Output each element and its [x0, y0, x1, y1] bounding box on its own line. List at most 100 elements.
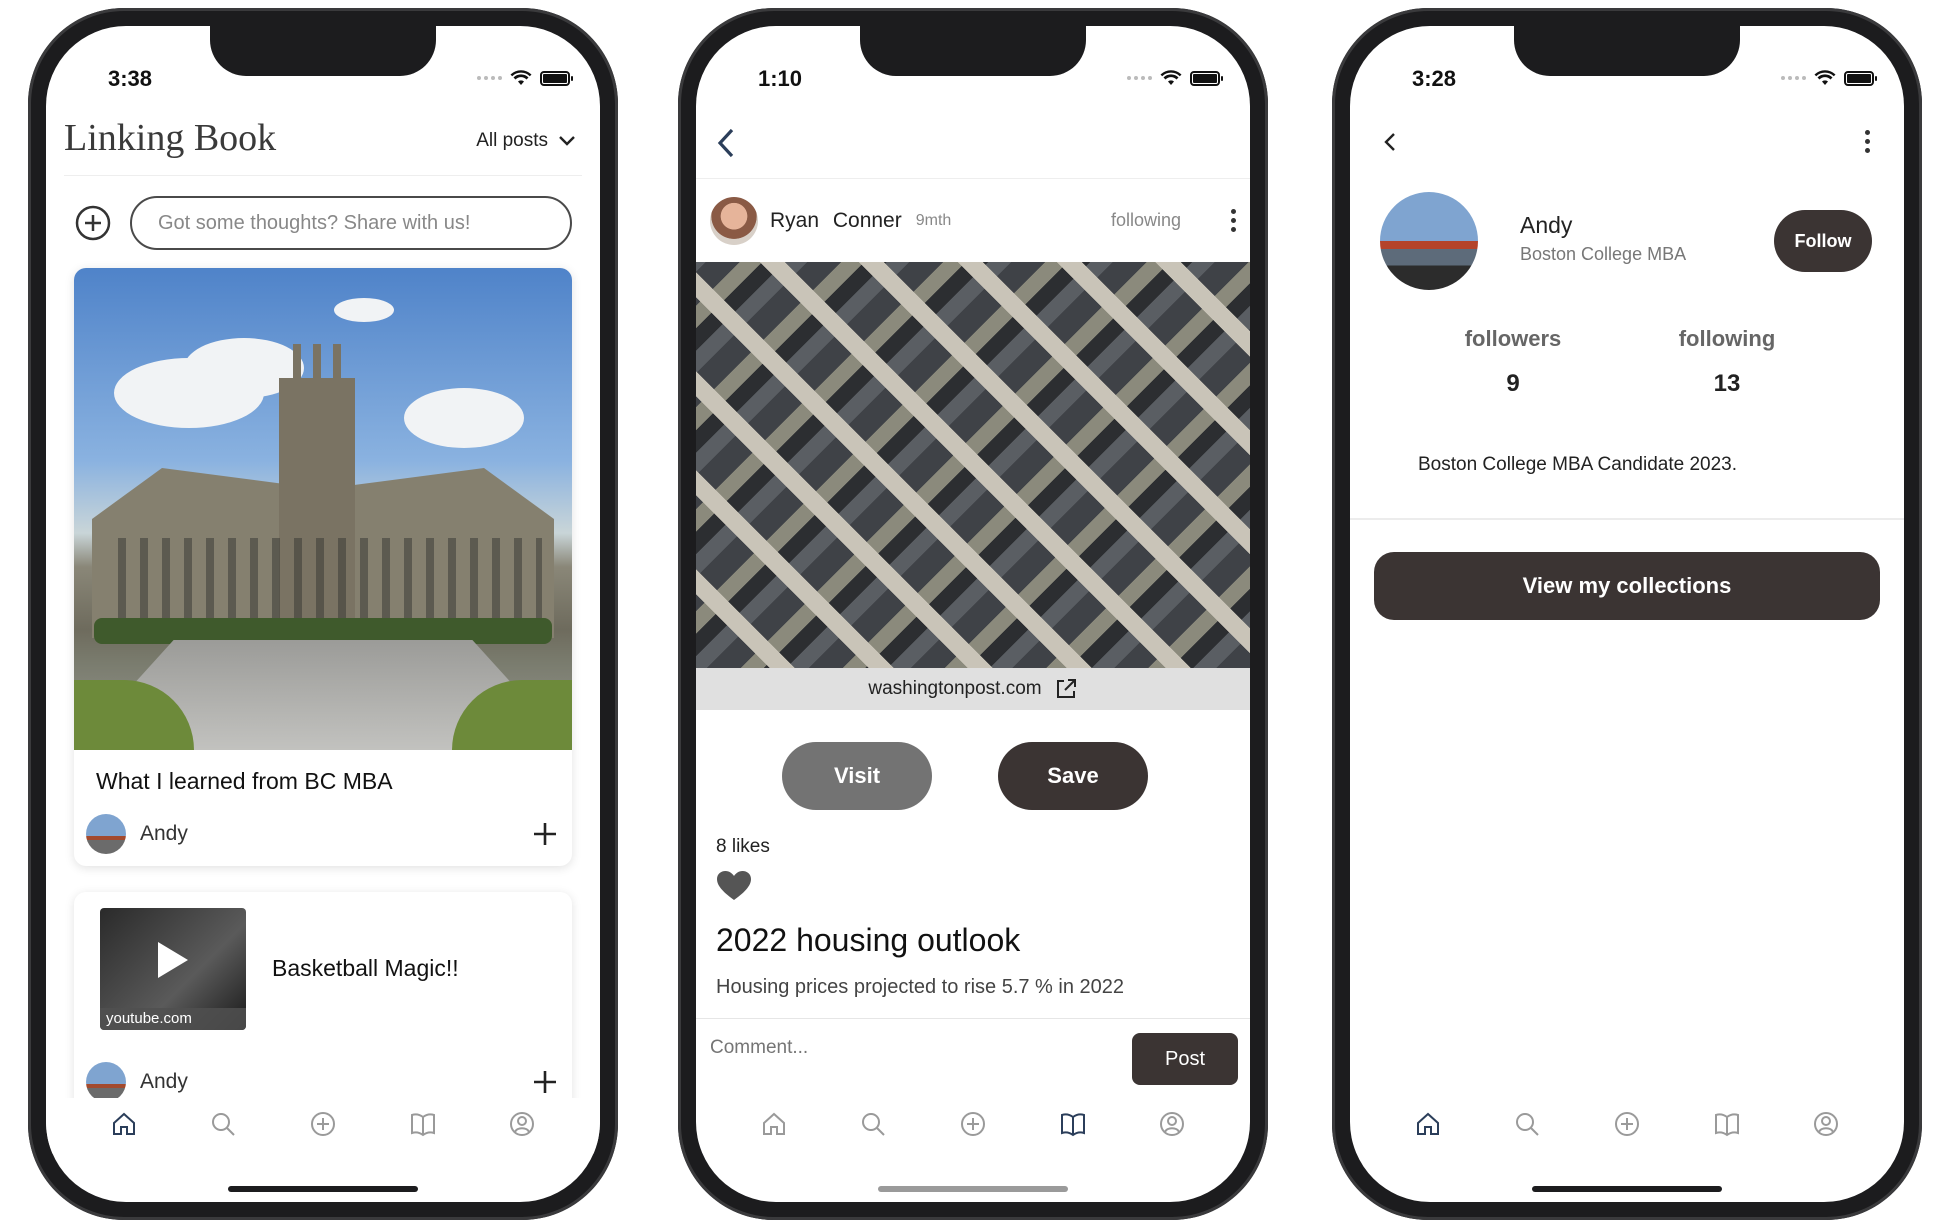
add-circle-icon: [960, 1111, 985, 1136]
home-icon: [112, 1112, 135, 1135]
post-age: 9mth: [915, 211, 952, 229]
book-icon: [1060, 1112, 1085, 1136]
post-title: 2022 housing outlook: [716, 922, 1021, 958]
post-title: What I learned from BC MBA: [96, 768, 393, 794]
post-author-row: Andy: [86, 1062, 558, 1102]
tab-profile[interactable]: [508, 1110, 536, 1143]
post-title: Basketball Magic!!: [272, 955, 459, 981]
book-icon: [410, 1112, 435, 1136]
signal-icon: [1127, 76, 1152, 80]
tab-bar: [46, 1098, 600, 1154]
post-author-row: Andy: [86, 814, 558, 854]
video-thumbnail[interactable]: youtube.com: [100, 908, 246, 1030]
follow-status[interactable]: following: [1111, 210, 1181, 231]
phone-post-detail: 1:10 Ryan Conner 9mth following washingt…: [678, 8, 1268, 1220]
tab-profile[interactable]: [1812, 1110, 1840, 1143]
save-button[interactable]: Save: [998, 742, 1148, 810]
plus-icon[interactable]: [532, 821, 558, 847]
follow-button[interactable]: Follow: [1774, 210, 1872, 272]
notch: [1514, 26, 1740, 76]
composer-row: Got some thoughts? Share with us!: [74, 194, 572, 252]
tab-home[interactable]: [1414, 1110, 1442, 1143]
status-icons: [1127, 70, 1223, 86]
battery-icon: [1190, 70, 1223, 86]
home-indicator[interactable]: [1532, 1186, 1722, 1192]
more-options-icon[interactable]: [1231, 209, 1236, 232]
author-name[interactable]: Andy: [140, 1070, 532, 1094]
avatar[interactable]: [86, 814, 126, 854]
following-count: 13: [1713, 370, 1741, 397]
post-header: Ryan Conner 9mth following: [696, 178, 1250, 262]
author-name[interactable]: Ryan Conner: [770, 209, 902, 233]
tab-bar: [1350, 1098, 1904, 1154]
home-icon: [762, 1112, 785, 1135]
search-icon: [862, 1112, 886, 1136]
signal-icon: [1781, 76, 1806, 80]
tab-collections[interactable]: [1059, 1110, 1087, 1143]
divider: [1350, 518, 1904, 520]
post-comment-button[interactable]: Post: [1132, 1033, 1238, 1085]
tab-home[interactable]: [110, 1110, 138, 1143]
likes-count: 8 likes: [716, 836, 770, 857]
plus-icon[interactable]: [532, 1069, 558, 1095]
tab-add[interactable]: [959, 1110, 987, 1143]
external-link-icon: [1056, 679, 1076, 698]
profile-name: Andy: [1520, 212, 1573, 238]
profile-icon: [1814, 1111, 1839, 1136]
tab-home[interactable]: [760, 1110, 788, 1143]
back-icon[interactable]: [714, 126, 738, 160]
post-description: Housing prices projected to rise 5.7 % i…: [716, 976, 1125, 998]
tab-add[interactable]: [1613, 1110, 1641, 1143]
followers-count: 9: [1506, 370, 1520, 397]
home-indicator[interactable]: [878, 1186, 1068, 1192]
profile-avatar[interactable]: [1380, 192, 1478, 290]
link-bar[interactable]: washingtonpost.com: [696, 668, 1250, 710]
wifi-icon: [1814, 70, 1836, 85]
share-thoughts-input[interactable]: Got some thoughts? Share with us!: [130, 196, 572, 250]
tab-add[interactable]: [309, 1110, 337, 1143]
followers-label: followers: [1464, 326, 1562, 351]
comment-input[interactable]: [710, 1037, 1090, 1059]
status-icons: [477, 70, 573, 86]
status-time: 3:38: [108, 66, 153, 91]
visit-button[interactable]: Visit: [782, 742, 932, 810]
following-label: following: [1678, 326, 1776, 351]
tab-profile[interactable]: [1158, 1110, 1186, 1143]
tab-search[interactable]: [1513, 1110, 1541, 1143]
avatar[interactable]: [710, 196, 758, 245]
notch: [860, 26, 1086, 76]
profile-bio: Boston College MBA Candidate 2023.: [1418, 454, 1737, 475]
battery-icon: [540, 70, 573, 86]
home-indicator[interactable]: [228, 1186, 418, 1192]
heart-icon[interactable]: [716, 870, 752, 902]
status-icons: [1781, 70, 1877, 86]
phone-feed: 3:38 Linking Book All posts Got some tho…: [28, 8, 618, 1220]
view-collections-button[interactable]: View my collections: [1374, 552, 1880, 620]
filter-label: All posts: [476, 130, 548, 151]
add-circle-icon: [310, 1111, 335, 1136]
followers-stat[interactable]: followers 9: [1443, 326, 1583, 398]
more-options-icon[interactable]: [1865, 130, 1870, 153]
phone-profile: 3:28 Andy Boston College MBA Follow foll…: [1332, 8, 1922, 1220]
post-filter-dropdown[interactable]: All posts: [476, 130, 576, 152]
tab-bar: [696, 1098, 1250, 1154]
chevron-down-icon: [559, 136, 575, 146]
post-card[interactable]: youtube.com Basketball Magic!! Andy: [74, 892, 572, 1112]
avatar[interactable]: [86, 1062, 126, 1102]
tab-collections[interactable]: [1713, 1110, 1741, 1143]
add-post-icon[interactable]: [74, 204, 112, 242]
profile-icon: [1160, 1111, 1185, 1136]
following-stat[interactable]: following 13: [1657, 326, 1797, 398]
comment-row: Post: [696, 1018, 1250, 1106]
author-name[interactable]: Andy: [140, 822, 532, 846]
tab-search[interactable]: [859, 1110, 887, 1143]
post-card[interactable]: What I learned from BC MBA Andy: [74, 268, 572, 866]
back-icon[interactable]: [1382, 130, 1398, 154]
tab-search[interactable]: [209, 1110, 237, 1143]
app-title: Linking Book: [64, 117, 277, 159]
feed-header: Linking Book All posts: [64, 116, 582, 176]
search-icon: [1516, 1112, 1540, 1136]
post-detail-screen: 1:10 Ryan Conner 9mth following washingt…: [696, 26, 1250, 1202]
add-circle-icon: [1614, 1111, 1639, 1136]
tab-collections[interactable]: [409, 1110, 437, 1143]
